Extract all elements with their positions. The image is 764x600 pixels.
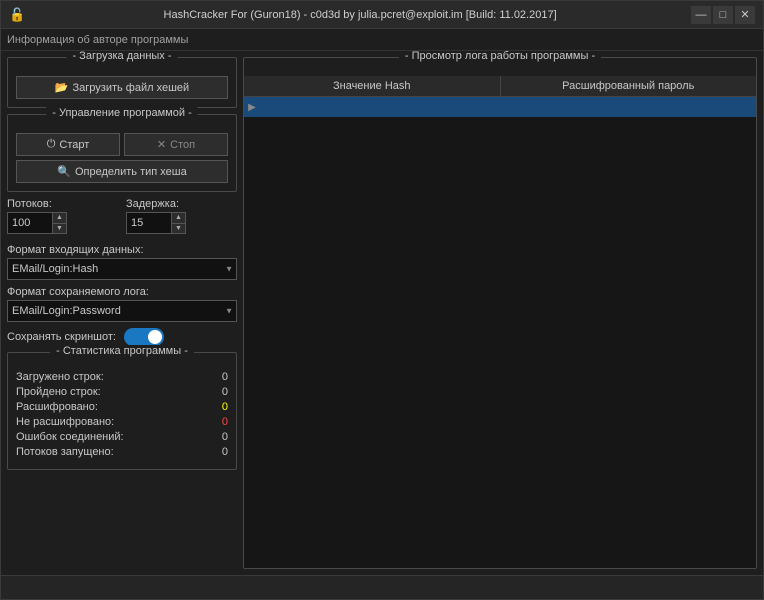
stats-val-0: 0 (208, 371, 228, 383)
log-header: Значение Hash Расшифрованный пароль (244, 76, 756, 97)
stats-key-4: Ошибок соединений: (16, 431, 124, 443)
title-text: HashCracker For (Guron18) - c0d3d by jul… (29, 9, 691, 21)
stats-row: Расшифровано: 0 (16, 401, 228, 413)
input-format-select[interactable]: EMail/Login:Hash Login:Hash Hash (7, 258, 237, 280)
start-icon: ⏻ (47, 138, 56, 151)
maximize-button[interactable]: □ (713, 6, 733, 24)
stats-row: Загружено строк: 0 (16, 371, 228, 383)
threads-delay-row: Потоков: 100 ▲ ▼ Задержка: 15 ▲ (7, 198, 237, 234)
save-format-section: Формат сохраняемого лога: EMail/Login:Pa… (7, 286, 237, 322)
main-window: 🔓 HashCracker For (Guron18) - c0d3d by j… (0, 0, 764, 600)
minimize-button[interactable]: — (691, 6, 711, 24)
control-group: - Управление программой - ⏻ Старт ✕ Стоп… (7, 114, 237, 192)
stats-key-0: Загружено строк: (16, 371, 104, 383)
screenshot-row: Сохранять скриншот: (7, 328, 237, 346)
detect-type-button[interactable]: 🔍 Определить тип хеша (16, 160, 228, 183)
close-button[interactable]: ✕ (735, 6, 755, 24)
load-file-icon: 📂 (55, 81, 69, 94)
stats-val-2: 0 (208, 401, 228, 413)
log-row-arrow: ▶ (244, 102, 260, 113)
title-icon: 🔓 (9, 7, 25, 23)
threads-spinbox[interactable]: 100 ▲ ▼ (7, 212, 67, 234)
delay-spinbox[interactable]: 15 ▲ ▼ (126, 212, 186, 234)
load-file-button[interactable]: 📂 Загрузить файл хешей (16, 76, 228, 99)
stats-val-4: 0 (208, 431, 228, 443)
delay-down[interactable]: ▼ (171, 224, 185, 234)
detect-icon: 🔍 (57, 165, 71, 178)
stats-row: Пройдено строк: 0 (16, 386, 228, 398)
delay-label: Задержка: (126, 198, 237, 210)
menu-bar-text[interactable]: Информация об авторе программы (7, 34, 188, 46)
log-col-hash: Значение Hash (244, 76, 501, 96)
stop-icon: ✕ (157, 138, 166, 151)
log-group-title: - Просмотр лога работы программы - (399, 51, 601, 62)
stats-row: Потоков запущено: 0 (16, 446, 228, 458)
stats-val-5: 0 (208, 446, 228, 458)
save-format-label: Формат сохраняемого лога: (7, 286, 237, 298)
threads-input[interactable]: 100 (12, 217, 57, 229)
log-col-password: Расшифрованный пароль (501, 76, 757, 96)
stats-val-3: 0 (208, 416, 228, 428)
stats-group-title: - Статистика программы - (50, 345, 194, 357)
save-format-wrapper: EMail/Login:Password Login:Password Pass… (7, 300, 237, 322)
load-file-label: Загрузить файл хешей (73, 82, 190, 94)
delay-up[interactable]: ▲ (171, 213, 185, 224)
save-format-select[interactable]: EMail/Login:Password Login:Password Pass… (7, 300, 237, 322)
start-stop-row: ⏻ Старт ✕ Стоп (16, 133, 228, 156)
screenshot-label: Сохранять скриншот: (7, 331, 116, 343)
stats-key-3: Не расшифровано: (16, 416, 114, 428)
log-body[interactable]: ▶ (244, 97, 756, 568)
menu-bar: Информация об авторе программы (1, 29, 763, 51)
screenshot-toggle[interactable] (124, 328, 164, 346)
log-row-selected[interactable]: ▶ (244, 97, 756, 117)
stop-label: Стоп (170, 139, 195, 151)
delay-input[interactable]: 15 (131, 217, 176, 229)
input-format-section: Формат входящих данных: EMail/Login:Hash… (7, 244, 237, 280)
threads-label: Потоков: (7, 198, 118, 210)
start-button[interactable]: ⏻ Старт (16, 133, 120, 156)
stop-button[interactable]: ✕ Стоп (124, 133, 228, 156)
window-controls: — □ ✕ (691, 6, 755, 24)
load-group: - Загрузка данных - 📂 Загрузить файл хеш… (7, 57, 237, 108)
input-format-label: Формат входящих данных: (7, 244, 237, 256)
main-content: - Загрузка данных - 📂 Загрузить файл хеш… (1, 51, 763, 575)
control-group-title: - Управление программой - (46, 107, 197, 119)
stats-row: Не расшифровано: 0 (16, 416, 228, 428)
log-table: Значение Hash Расшифрованный пароль ▶ (244, 76, 756, 568)
threads-arrows: ▲ ▼ (52, 213, 66, 233)
input-format-wrapper: EMail/Login:Hash Login:Hash Hash (7, 258, 237, 280)
stats-key-2: Расшифровано: (16, 401, 98, 413)
threads-down[interactable]: ▼ (52, 224, 66, 234)
log-group: - Просмотр лога работы программы - Значе… (243, 57, 757, 569)
right-panel: - Просмотр лога работы программы - Значе… (243, 57, 757, 569)
stats-row: Ошибок соединений: 0 (16, 431, 228, 443)
stats-rows: Загружено строк:0Пройдено строк:0Расшифр… (16, 371, 228, 458)
title-bar: 🔓 HashCracker For (Guron18) - c0d3d by j… (1, 1, 763, 29)
delay-arrows: ▲ ▼ (171, 213, 185, 233)
threads-up[interactable]: ▲ (52, 213, 66, 224)
load-group-title: - Загрузка данных - (66, 51, 177, 62)
stats-val-1: 0 (208, 386, 228, 398)
stats-key-1: Пройдено строк: (16, 386, 101, 398)
status-bar (1, 575, 763, 599)
stats-key-5: Потоков запущено: (16, 446, 114, 458)
stats-group: - Статистика программы - Загружено строк… (7, 352, 237, 470)
left-panel: - Загрузка данных - 📂 Загрузить файл хеш… (7, 57, 237, 569)
detect-label: Определить тип хеша (75, 166, 187, 178)
start-label: Старт (59, 139, 89, 151)
toggle-knob (148, 330, 162, 344)
